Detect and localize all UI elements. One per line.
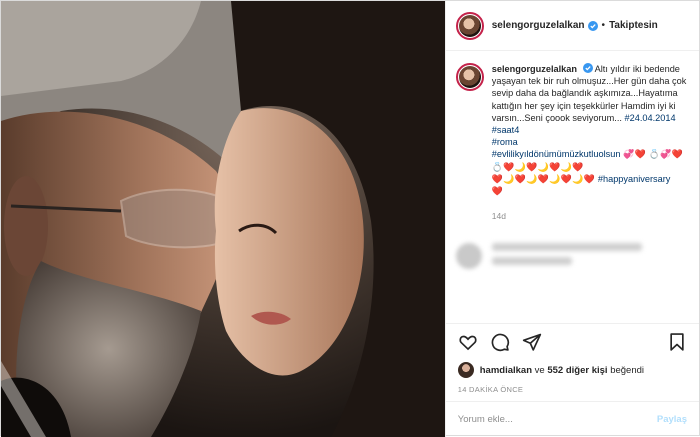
post-comment-button[interactable]: Paylaş: [657, 414, 687, 425]
blurred-avatar: [455, 243, 482, 270]
liker-avatar[interactable]: [457, 362, 474, 378]
likes-text: hamdialkan ve 552 diğer kişi beğendi: [480, 365, 644, 376]
comment-icon: [491, 333, 509, 351]
post-side-panel: selengorguzelalkan • Takiptesin selengor…: [444, 1, 699, 437]
likes-connector: ve: [534, 364, 545, 376]
caption-emoji-end: ❤️: [491, 186, 504, 197]
header-avatar[interactable]: [455, 11, 484, 40]
caption-text-block: selengorguzelalkan Altı yıldır iki beden…: [492, 63, 688, 197]
add-comment-bar: Paylaş: [445, 401, 699, 437]
caption-age[interactable]: 14d: [492, 211, 689, 221]
action-bar: [445, 323, 699, 359]
blurred-comment: [455, 243, 689, 271]
hashtag-roma[interactable]: #roma: [492, 137, 518, 147]
share-icon: [522, 333, 541, 351]
instagram-post: selengorguzelalkan • Takiptesin selengor…: [0, 0, 700, 437]
likes-suffix: beğendi: [610, 364, 644, 376]
header-username[interactable]: selengorguzelalkan: [492, 20, 585, 31]
verified-badge-icon: [587, 20, 598, 31]
header-separator: •: [601, 20, 606, 31]
comment-input[interactable]: [457, 414, 657, 425]
verified-badge-icon: [582, 63, 593, 73]
hashtag-saat[interactable]: #saat4: [492, 125, 520, 135]
caption: selengorguzelalkan Altı yıldır iki beden…: [455, 63, 689, 197]
liker-username[interactable]: hamdialkan: [480, 365, 532, 376]
blurred-comment-text: [491, 243, 642, 271]
follow-status-button[interactable]: Takiptesin: [609, 20, 658, 31]
likes-others-link[interactable]: 552 diğer kişi: [547, 365, 607, 376]
likes-summary: hamdialkan ve 552 diğer kişi beğendi: [446, 359, 699, 381]
bookmark-icon: [670, 332, 684, 351]
save-button[interactable]: [667, 332, 687, 352]
caption-avatar[interactable]: [455, 63, 484, 91]
comment-button[interactable]: [490, 332, 510, 352]
caption-username[interactable]: selengorguzelalkan: [492, 64, 577, 74]
hashtag-anniversary[interactable]: #evlilikyıldönümümüzkutluolsun: [492, 149, 621, 159]
heart-icon: [459, 335, 477, 350]
share-button[interactable]: [522, 332, 542, 352]
post-timestamp[interactable]: 14 DAKİKA ÖNCE: [446, 381, 699, 401]
couple-photo-image: [1, 1, 445, 437]
comments-area: selengorguzelalkan Altı yıldır iki beden…: [446, 51, 699, 323]
hashtag-happy[interactable]: #happyaniversary: [598, 174, 671, 184]
post-header: selengorguzelalkan • Takiptesin: [445, 1, 699, 51]
caption-emoji-line-2: ❤️🌙❤️🌙❤️🌙❤️🌙❤️: [491, 173, 596, 184]
like-button[interactable]: [458, 332, 478, 352]
hashtag-date[interactable]: #24.04.2014: [625, 113, 676, 123]
post-photo[interactable]: [1, 1, 445, 437]
